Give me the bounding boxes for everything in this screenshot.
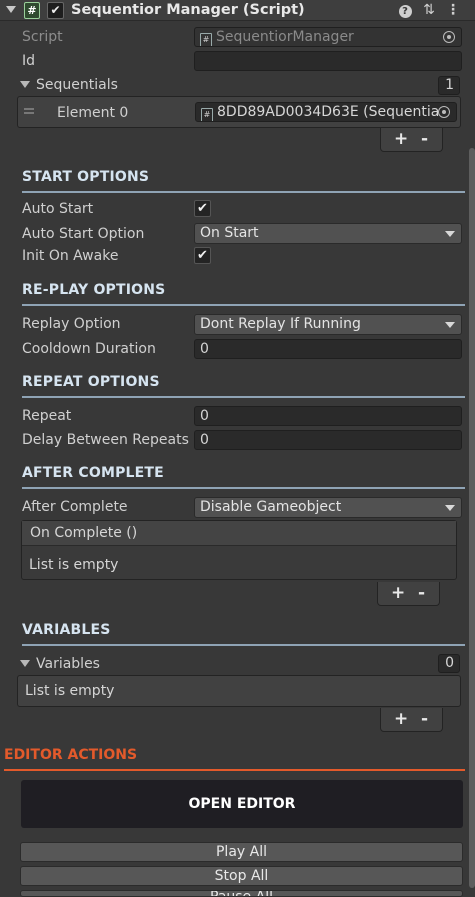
variables-list: List is empty	[17, 675, 461, 707]
element0-value: 8DD89AD0034D63E (Sequentia	[217, 104, 440, 120]
component-title: Sequentior Manager (Script)	[71, 2, 305, 18]
auto-start-option-label: Auto Start Option	[22, 226, 145, 242]
on-complete-title: On Complete ()	[30, 525, 138, 541]
sequentials-list-controls: + -	[380, 128, 443, 152]
variables-empty: List is empty	[25, 683, 115, 699]
presets-icon[interactable]: ⇅	[421, 1, 437, 19]
variables-label: Variables	[36, 656, 100, 672]
after-complete-label: After Complete	[22, 499, 128, 515]
component-header: # ✔ Sequentior Manager (Script) ? ⇅ ⋮	[0, 0, 475, 21]
variables-count[interactable]: 0	[438, 654, 460, 673]
remove-variable-button[interactable]: -	[421, 709, 428, 729]
variables-list-controls: + -	[380, 708, 443, 732]
add-element-button[interactable]: +	[394, 129, 408, 149]
id-label: Id	[22, 53, 36, 69]
sequentials-foldout-icon[interactable]	[20, 81, 30, 88]
repeat-options-title: REPEAT OPTIONS	[22, 374, 160, 390]
foldout-arrow-icon[interactable]	[6, 6, 16, 13]
delay-between-repeats-input[interactable]: 0	[194, 430, 462, 450]
cooldown-duration-input[interactable]: 0	[194, 339, 462, 359]
add-listener-button[interactable]: +	[391, 583, 405, 603]
editor-actions-divider	[4, 769, 465, 771]
chevron-down-icon	[445, 505, 455, 511]
sequentials-list: Element 0 #8DD89AD0034D63E (Sequentia	[17, 96, 461, 128]
replay-option-label: Replay Option	[22, 316, 121, 332]
sequential-asset-icon: #	[201, 108, 213, 121]
drag-handle-icon[interactable]	[24, 108, 34, 110]
auto-start-checkbox[interactable]: ✔	[194, 200, 211, 217]
remove-listener-button[interactable]: -	[418, 583, 425, 603]
object-picker-icon[interactable]	[443, 31, 455, 43]
init-on-awake-label: Init On Awake	[22, 248, 119, 264]
auto-start-option-dropdown[interactable]: On Start	[194, 223, 462, 244]
script-file-icon: #	[200, 33, 212, 46]
section-divider	[22, 644, 465, 646]
pause-all-button[interactable]: Pause All	[20, 890, 463, 897]
id-input[interactable]	[194, 51, 462, 71]
section-divider	[22, 487, 465, 489]
script-label: Script	[22, 29, 63, 45]
editor-actions-title: EDITOR ACTIONS	[4, 747, 138, 763]
on-complete-empty: List is empty	[29, 557, 119, 573]
chevron-down-icon	[445, 322, 455, 328]
stop-all-button[interactable]: Stop All	[20, 866, 463, 886]
sequentials-count[interactable]: 1	[438, 76, 460, 95]
add-variable-button[interactable]: +	[394, 709, 408, 729]
replay-option-value: Dont Replay If Running	[200, 316, 361, 332]
init-on-awake-checkbox[interactable]: ✔	[194, 247, 211, 264]
object-picker-icon[interactable]	[438, 106, 450, 118]
script-field[interactable]: # SequentiorManager	[194, 27, 462, 47]
script-value: SequentiorManager	[216, 29, 354, 45]
element0-field[interactable]: #8DD89AD0034D63E (Sequentia	[195, 102, 457, 122]
remove-element-button[interactable]: -	[421, 129, 428, 149]
on-complete-list-controls: + -	[377, 582, 440, 606]
after-complete-dropdown[interactable]: Disable Gameobject	[194, 497, 462, 518]
replay-option-dropdown[interactable]: Dont Replay If Running	[194, 314, 462, 335]
play-all-button[interactable]: Play All	[20, 842, 463, 862]
section-divider	[22, 304, 465, 306]
after-complete-title: AFTER COMPLETE	[22, 465, 164, 481]
context-menu-icon[interactable]: ⋮	[445, 1, 461, 19]
delay-between-repeats-label: Delay Between Repeats	[22, 432, 189, 448]
sequentials-label: Sequentials	[36, 77, 118, 93]
help-icon[interactable]: ?	[397, 1, 413, 19]
chevron-down-icon	[445, 231, 455, 237]
repeat-input[interactable]: 0	[194, 406, 462, 426]
auto-start-label: Auto Start	[22, 201, 94, 217]
open-editor-button[interactable]: OPEN EDITOR	[21, 780, 463, 828]
script-icon: #	[24, 2, 40, 19]
variables-title: VARIABLES	[22, 622, 111, 638]
auto-start-option-value: On Start	[200, 225, 259, 241]
after-complete-value: Disable Gameobject	[200, 499, 342, 515]
section-divider	[22, 191, 465, 193]
section-divider	[22, 396, 465, 398]
start-options-title: START OPTIONS	[22, 169, 150, 185]
component-enabled-checkbox[interactable]: ✔	[47, 2, 64, 19]
replay-options-title: RE-PLAY OPTIONS	[22, 282, 166, 298]
inspector-scrollbar[interactable]	[469, 148, 475, 888]
on-complete-event: On Complete () List is empty	[21, 520, 457, 580]
repeat-label: Repeat	[22, 408, 72, 424]
variables-foldout-icon[interactable]	[20, 660, 30, 667]
element0-label: Element 0	[57, 105, 129, 121]
cooldown-duration-label: Cooldown Duration	[22, 341, 156, 357]
